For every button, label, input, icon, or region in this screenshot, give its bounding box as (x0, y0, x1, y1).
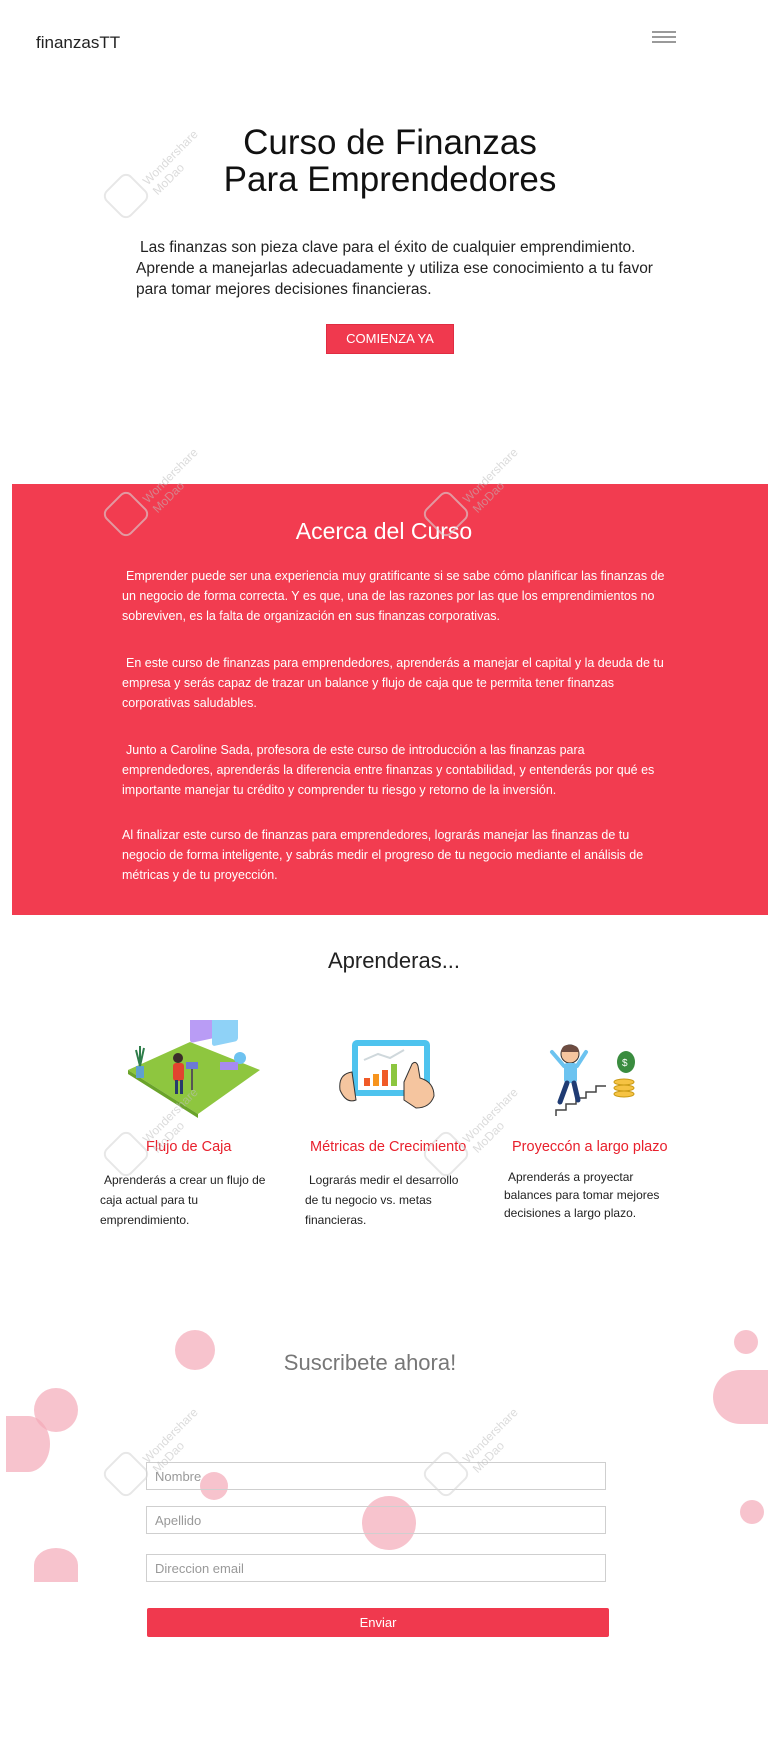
last-name-input[interactable] (146, 1506, 606, 1534)
start-now-button[interactable]: COMIENZA YA (326, 324, 454, 354)
hero-description: Las finanzas son pieza clave para el éxi… (136, 239, 653, 298)
hamburger-menu-icon[interactable] (652, 31, 676, 47)
email-input[interactable] (146, 1554, 606, 1582)
about-paragraph: Al finalizar este curso de finanzas para… (122, 828, 644, 882)
svg-text:$: $ (622, 1058, 628, 1069)
card-description-long-term: Aprenderás a proyectar balances para tom… (504, 1170, 660, 1220)
hero-title-line1: Curso de Finanzas (243, 123, 537, 162)
learn-title: Aprenderas... (327, 948, 461, 973)
menu-bar (652, 41, 676, 43)
card-description-growth-metrics: Lograrás medir el desarrollo de tu negoc… (305, 1173, 459, 1227)
brand-logo-text[interactable]: finanzasTT (36, 33, 120, 53)
about-paragraph: Emprender puede ser una experiencia muy … (122, 569, 665, 623)
card-title-long-term: Proyeccón a largo plazo (512, 1139, 668, 1155)
menu-bar (652, 36, 676, 38)
subscribe-title: Suscribete ahora! (283, 1350, 457, 1375)
submit-button[interactable]: Enviar (147, 1608, 609, 1637)
decorative-bubble (6, 1416, 50, 1472)
decorative-bubble (713, 1370, 768, 1424)
decorative-bubble (34, 1548, 78, 1582)
menu-bar (652, 31, 676, 33)
card-description-cash-flow: Aprenderás a crear un flujo de caja actu… (100, 1173, 266, 1227)
growth-metrics-illustration-icon (339, 1040, 435, 1109)
decorative-bubble (740, 1500, 764, 1524)
first-name-input[interactable] (146, 1462, 606, 1490)
about-paragraph: En este curso de finanzas para emprended… (122, 656, 664, 710)
long-term-projection-illustration-icon: $ (550, 1044, 635, 1116)
about-paragraph: Junto a Caroline Sada, profesora de este… (122, 743, 655, 797)
